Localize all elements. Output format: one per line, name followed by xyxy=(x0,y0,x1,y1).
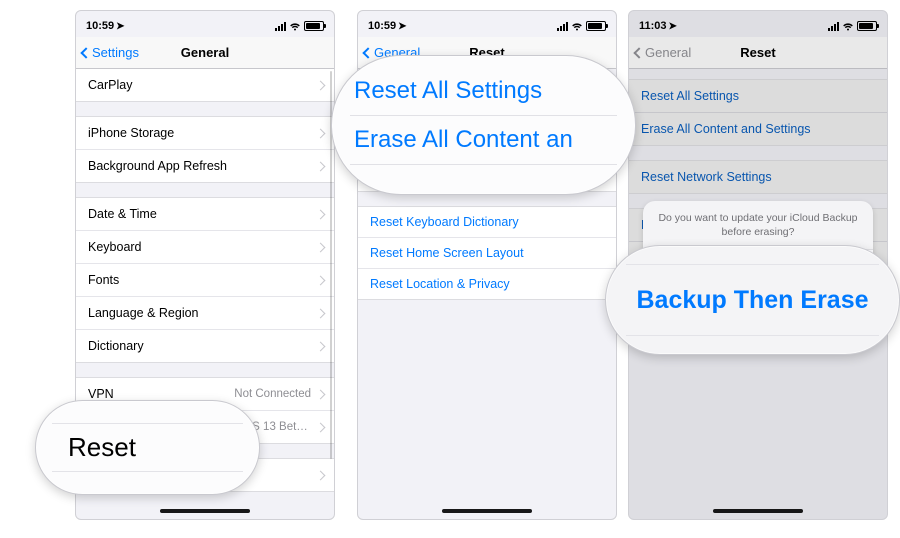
chevron-right-icon xyxy=(316,341,326,351)
row-label: Reset Location & Privacy xyxy=(370,277,510,291)
row-keyboard[interactable]: Keyboard xyxy=(76,231,334,264)
nav-title: General xyxy=(181,45,229,60)
row-label: Erase All Content and Settings xyxy=(641,122,811,136)
back-button[interactable]: Settings xyxy=(82,37,139,68)
row-label: Language & Region xyxy=(88,306,199,320)
chevron-left-icon xyxy=(362,47,373,58)
nav-bar: General Reset xyxy=(629,37,887,69)
row-language-region[interactable]: Language & Region xyxy=(76,297,334,330)
callout-backup-then-erase: Backup Then Erase xyxy=(605,245,900,355)
home-indicator[interactable] xyxy=(160,509,250,513)
row-label: VPN xyxy=(88,387,114,401)
chevron-left-icon xyxy=(80,47,91,58)
row-label: Fonts xyxy=(88,273,119,287)
chevron-right-icon xyxy=(316,422,326,432)
reset-group: Reset Keyboard Dictionary Reset Home Scr… xyxy=(358,206,616,300)
row-background-app-refresh[interactable]: Background App Refresh xyxy=(76,150,334,182)
callout-text: Backup Then Erase xyxy=(606,286,899,315)
row-label: Dictionary xyxy=(88,339,144,353)
row-iphone-storage[interactable]: iPhone Storage xyxy=(76,117,334,150)
row-label: Background App Refresh xyxy=(88,159,227,173)
home-indicator[interactable] xyxy=(442,509,532,513)
chevron-right-icon xyxy=(316,275,326,285)
divider xyxy=(626,335,879,336)
row-reset-all-settings[interactable]: Reset All Settings xyxy=(629,80,887,113)
callout-text: Reset xyxy=(60,432,259,463)
callout-line-top: Reset All Settings xyxy=(332,71,635,111)
row-reset-network[interactable]: Reset Network Settings xyxy=(629,161,887,193)
callout-line-main: Erase All Content an xyxy=(332,120,635,160)
divider xyxy=(52,423,243,424)
settings-group: Date & Time Keyboard Fonts Language & Re… xyxy=(76,197,334,363)
status-bar: 11:03➤ xyxy=(629,11,887,37)
chevron-right-icon xyxy=(316,470,326,480)
chevron-left-icon xyxy=(633,47,644,58)
row-fonts[interactable]: Fonts xyxy=(76,264,334,297)
cellular-signal-icon xyxy=(828,22,839,31)
chevron-right-icon xyxy=(316,80,326,90)
divider xyxy=(626,264,879,265)
battery-icon xyxy=(857,21,877,31)
row-carplay[interactable]: CarPlay xyxy=(76,69,334,101)
cellular-signal-icon xyxy=(275,22,286,31)
row-dictionary[interactable]: Dictionary xyxy=(76,330,334,362)
chevron-right-icon xyxy=(316,209,326,219)
row-label: Keyboard xyxy=(88,240,142,254)
status-bar: 10:59➤ xyxy=(358,11,616,37)
chevron-right-icon xyxy=(316,161,326,171)
row-label: Date & Time xyxy=(88,207,157,221)
row-detail: Not Connected xyxy=(234,388,311,400)
location-icon: ➤ xyxy=(669,21,677,32)
divider xyxy=(350,164,617,165)
nav-title: Reset xyxy=(740,45,775,60)
row-label: Reset Network Settings xyxy=(641,170,772,184)
wifi-icon xyxy=(842,22,854,31)
reset-group: Reset Network Settings xyxy=(629,160,887,194)
wifi-icon xyxy=(571,22,583,31)
row-label: Reset Home Screen Layout xyxy=(370,246,524,260)
nav-bar: Settings General xyxy=(76,37,334,69)
row-label: Reset All Settings xyxy=(641,89,739,103)
row-reset-keyboard-dict[interactable]: Reset Keyboard Dictionary xyxy=(358,207,616,238)
callout-reset: Reset xyxy=(35,400,260,495)
chevron-right-icon xyxy=(316,242,326,252)
divider xyxy=(350,115,617,116)
chevron-right-icon xyxy=(316,128,326,138)
wifi-icon xyxy=(289,22,301,31)
location-icon: ➤ xyxy=(398,21,406,32)
status-time: 10:59➤ xyxy=(368,20,407,32)
home-indicator[interactable] xyxy=(713,509,803,513)
status-time: 11:03➤ xyxy=(639,20,677,32)
battery-icon xyxy=(586,21,606,31)
sheet-message: Do you want to update your iCloud Backup… xyxy=(643,201,873,250)
chevron-right-icon xyxy=(316,308,326,318)
row-label: iPhone Storage xyxy=(88,126,174,140)
reset-group: Reset All Settings Erase All Content and… xyxy=(629,79,887,146)
status-bar: 10:59➤ xyxy=(76,11,334,37)
back-label: Settings xyxy=(92,45,139,60)
row-reset-home-screen[interactable]: Reset Home Screen Layout xyxy=(358,238,616,269)
settings-group: CarPlay xyxy=(76,69,334,102)
status-time: 10:59➤ xyxy=(86,20,125,32)
row-label: CarPlay xyxy=(88,78,132,92)
chevron-right-icon xyxy=(316,389,326,399)
row-reset-location-privacy[interactable]: Reset Location & Privacy xyxy=(358,269,616,299)
battery-icon xyxy=(304,21,324,31)
divider xyxy=(52,471,243,472)
row-label: Reset Keyboard Dictionary xyxy=(370,215,519,229)
callout-erase-all-content: Reset All Settings Erase All Content an xyxy=(331,55,636,195)
back-label: General xyxy=(645,45,691,60)
cellular-signal-icon xyxy=(557,22,568,31)
location-icon: ➤ xyxy=(116,21,124,32)
settings-group: iPhone Storage Background App Refresh xyxy=(76,116,334,183)
back-button[interactable]: General xyxy=(635,37,691,68)
row-date-time[interactable]: Date & Time xyxy=(76,198,334,231)
row-erase-all-content[interactable]: Erase All Content and Settings xyxy=(629,113,887,145)
